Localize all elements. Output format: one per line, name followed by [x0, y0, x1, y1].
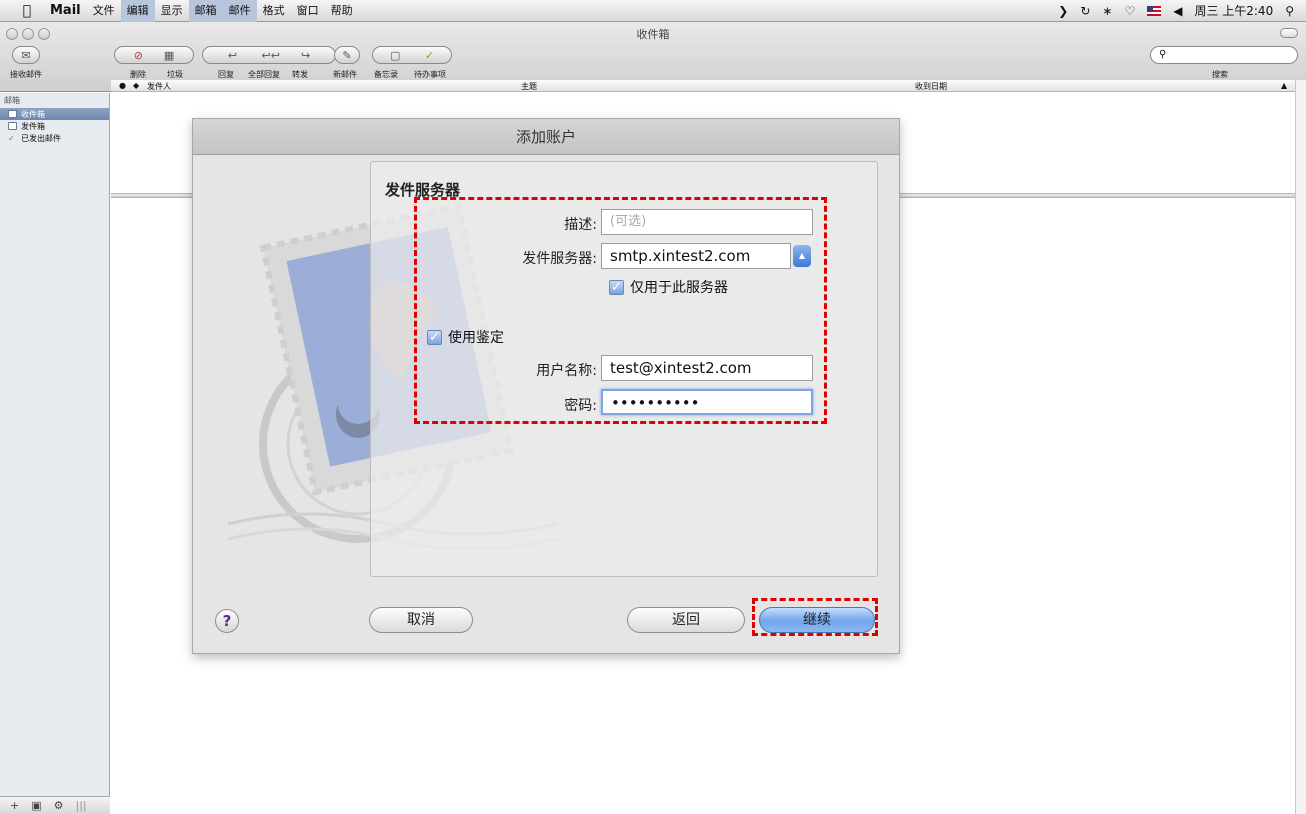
- reply-icon[interactable]: ↩: [228, 49, 237, 62]
- column-date[interactable]: 收到日期: [915, 81, 947, 92]
- forward-icon[interactable]: ↪: [301, 49, 310, 62]
- server-label: 发件服务器:: [522, 251, 597, 267]
- todo-check-icon[interactable]: ✓: [425, 49, 434, 62]
- flag-column-icon[interactable]: ◆: [133, 81, 139, 90]
- username-label: 用户名称:: [536, 363, 597, 379]
- menu-format[interactable]: 格式: [257, 0, 291, 22]
- trash-icon[interactable]: ▦: [164, 49, 174, 62]
- magnifier-icon: ⚲: [1159, 49, 1167, 60]
- search-input[interactable]: ⚲: [1150, 46, 1298, 64]
- menu-help[interactable]: 帮助: [325, 0, 359, 22]
- checkbox-checked-icon: ✓: [609, 279, 624, 295]
- spotlight-icon[interactable]: ⚲: [1285, 4, 1294, 18]
- wifi-icon[interactable]: ♡: [1124, 4, 1135, 18]
- menu-window[interactable]: 窗口: [291, 0, 325, 22]
- window-title: 收件箱: [636, 28, 670, 41]
- help-button[interactable]: ?: [215, 609, 239, 633]
- mailbox-sidebar: 邮箱 收件箱 发件箱 ✓ 已发出邮件 + ▣ ⚙ |||: [0, 93, 110, 814]
- menu-file[interactable]: 文件: [87, 0, 121, 22]
- description-label: 描述:: [564, 217, 597, 233]
- inbox-icon: [8, 110, 17, 118]
- forward-label: 转发: [292, 70, 308, 79]
- get-mail-button[interactable]: ✉: [12, 46, 40, 64]
- sync-icon[interactable]: ↻: [1080, 4, 1090, 18]
- message-list-header: ● ◆ 发件人 主题 收到日期 ▲: [111, 80, 1295, 92]
- column-subject[interactable]: 主题: [521, 81, 537, 92]
- reply-all-label: 全部回复: [248, 70, 280, 79]
- sidebar-item-inbox[interactable]: 收件箱: [0, 108, 109, 120]
- input-source-flag-icon[interactable]: [1147, 5, 1162, 16]
- volume-icon[interactable]: ◀: [1173, 4, 1182, 18]
- add-account-sheet: 添加账户 发件服务器 描述: (可选) 发件服务器: smtp.xintest2…: [192, 118, 900, 654]
- menu-message[interactable]: 邮件: [222, 0, 257, 22]
- sidebar-item-label: 收件箱: [21, 109, 45, 119]
- sort-up-icon[interactable]: ▲: [1281, 81, 1287, 90]
- gear-icon[interactable]: ⚙: [54, 799, 64, 812]
- outbox-icon: [8, 122, 17, 130]
- add-mailbox-icon[interactable]: +: [10, 799, 19, 812]
- reply-all-icon[interactable]: ↩↩: [262, 49, 280, 62]
- show-photo-icon[interactable]: ▣: [31, 799, 41, 812]
- description-input[interactable]: (可选): [601, 209, 813, 235]
- todo-label: 待办事项: [414, 70, 446, 79]
- cancel-button[interactable]: 取消: [369, 607, 473, 633]
- bluetooth-icon[interactable]: ∗: [1102, 4, 1112, 18]
- server-select[interactable]: smtp.xintest2.com: [601, 243, 791, 269]
- section-title: 发件服务器: [385, 181, 461, 199]
- paper-plane-icon: ✓: [8, 134, 15, 143]
- toolbar-toggle-button[interactable]: [1280, 28, 1298, 38]
- sidebar-item-sent[interactable]: ✓ 已发出邮件: [0, 132, 109, 144]
- search-label: 搜索: [1212, 70, 1228, 79]
- new-message-button[interactable]: ✎: [334, 46, 360, 64]
- password-input[interactable]: ••••••••••: [601, 389, 813, 415]
- only-this-server-label: 仅用于此服务器: [630, 280, 728, 296]
- sidebar-item-outbox[interactable]: 发件箱: [0, 120, 109, 132]
- server-dropdown-arrow-icon[interactable]: ▲: [793, 245, 811, 267]
- resize-handle-icon[interactable]: |||: [76, 799, 87, 812]
- vertical-scrollbar[interactable]: [1295, 80, 1306, 814]
- delete-junk-button-group[interactable]: ⊘ ▦: [114, 46, 194, 64]
- continue-button[interactable]: 继续: [759, 607, 875, 633]
- username-input[interactable]: test@xintest2.com: [601, 355, 813, 381]
- only-this-server-checkbox[interactable]: ✓ 仅用于此服务器: [609, 277, 728, 297]
- column-from[interactable]: 发件人: [147, 81, 171, 92]
- menu-edit[interactable]: 编辑: [120, 0, 155, 22]
- get-mail-label: 接收邮件: [10, 70, 42, 79]
- unread-column-icon[interactable]: ●: [119, 81, 126, 90]
- delete-label: 删除: [130, 70, 146, 79]
- note-icon[interactable]: ▢: [390, 49, 400, 62]
- reply-button-group[interactable]: ↩ ↩↩ ↪: [202, 46, 336, 64]
- menu-view[interactable]: 显示: [155, 0, 189, 22]
- apple-menu-icon[interactable]: : [16, 3, 38, 19]
- compose-icon: ✎: [342, 48, 352, 62]
- menu-mailbox[interactable]: 邮箱: [188, 0, 223, 22]
- delete-icon[interactable]: ⊘: [134, 49, 143, 62]
- note-todo-button-group[interactable]: ▢ ✓: [372, 46, 452, 64]
- back-button[interactable]: 返回: [627, 607, 745, 633]
- use-auth-label: 使用鉴定: [448, 330, 504, 346]
- sidebar-action-bar: + ▣ ⚙ |||: [0, 796, 110, 814]
- bluetooth-arrow-icon[interactable]: ❯: [1058, 4, 1068, 18]
- menubar-clock[interactable]: 周三 上午2:40: [1194, 2, 1273, 19]
- menu-bar:  Mail 文件 编辑 显示 邮箱 邮件 格式 窗口 帮助 ❯ ↻ ∗ ♡ ◀…: [0, 0, 1306, 22]
- sheet-title: 添加账户: [193, 119, 899, 155]
- new-message-label: 新邮件: [333, 70, 357, 79]
- password-label: 密码:: [564, 398, 597, 414]
- sidebar-item-label: 已发出邮件: [21, 133, 61, 143]
- checkbox-checked-icon: ✓: [427, 329, 442, 345]
- menu-app-name[interactable]: Mail: [44, 0, 87, 22]
- junk-label: 垃圾: [167, 70, 183, 79]
- note-label: 备忘录: [374, 70, 398, 79]
- reply-label: 回复: [218, 70, 234, 79]
- use-auth-checkbox[interactable]: ✓ 使用鉴定: [427, 327, 504, 347]
- sidebar-header: 邮箱: [4, 96, 20, 105]
- sidebar-item-label: 发件箱: [21, 121, 45, 131]
- envelope-icon: ✉: [21, 48, 31, 62]
